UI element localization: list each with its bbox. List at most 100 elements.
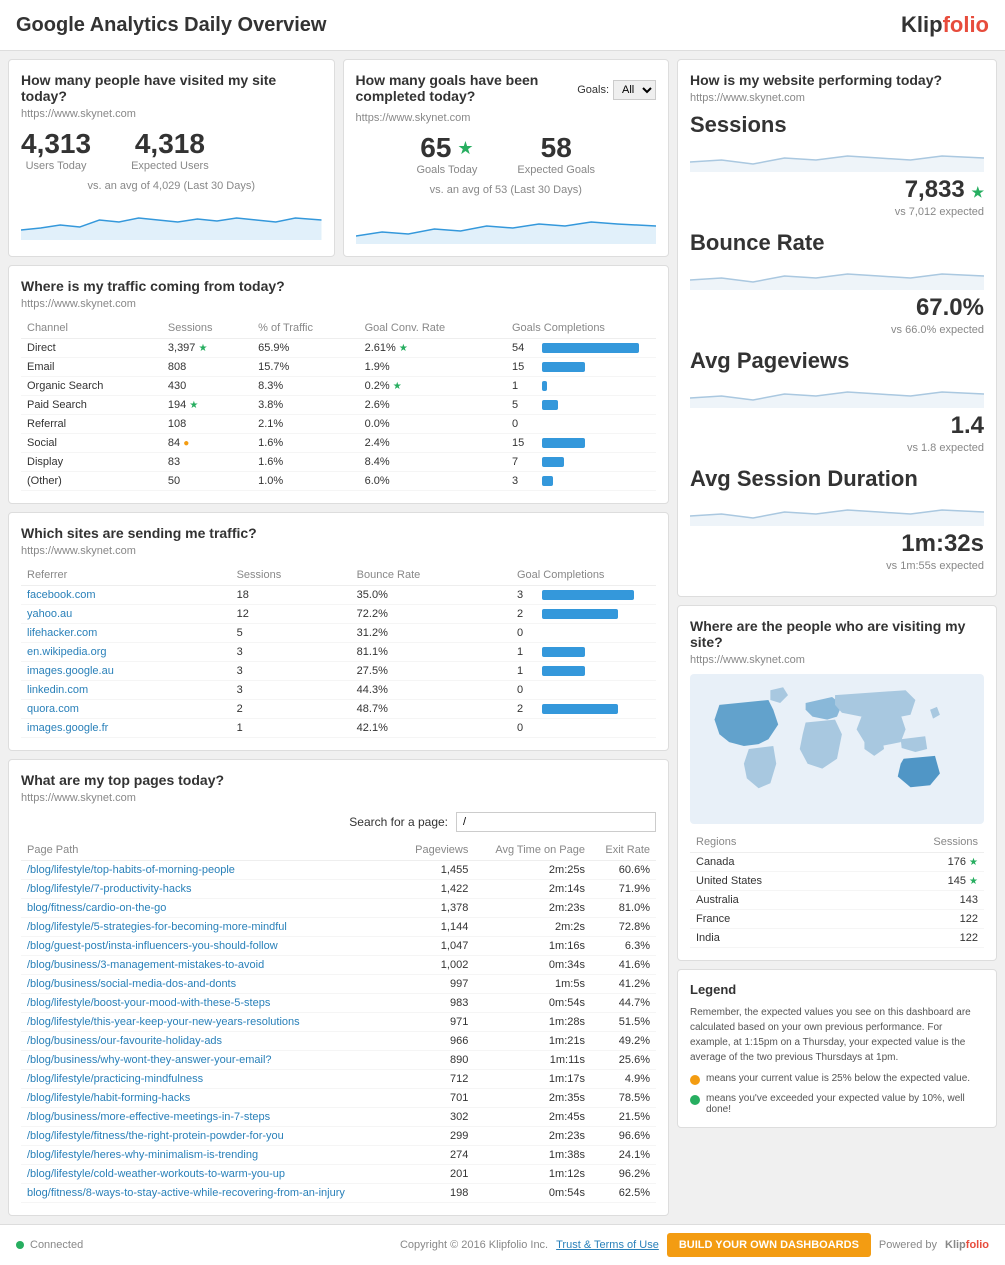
search-input[interactable] — [456, 812, 656, 832]
exit-cell: 49.2% — [591, 1032, 656, 1051]
goals-filter-select[interactable]: All — [613, 80, 656, 100]
users-today-label: Users Today — [21, 160, 91, 172]
path-cell[interactable]: /blog/lifestyle/habit-forming-hacks — [21, 1089, 400, 1108]
exit-cell: 78.5% — [591, 1089, 656, 1108]
pct-cell: 1.6% — [252, 434, 358, 453]
ref-goals-num: 2 — [511, 700, 536, 719]
traffic-row: Display 83 1.6% 8.4% 7 — [21, 453, 656, 472]
path-cell[interactable]: blog/fitness/cardio-on-the-go — [21, 899, 400, 918]
views-cell: 1,422 — [400, 880, 475, 899]
legend-body: Remember, the expected values you see on… — [690, 1005, 984, 1065]
time-cell: 0m:34s — [474, 956, 591, 975]
ref-goals-bar — [536, 719, 656, 738]
performance-url: https://www.skynet.com — [690, 92, 984, 104]
perf-value: 1m:32s — [901, 530, 984, 557]
sessions-cell: 50 — [162, 472, 252, 491]
path-cell[interactable]: /blog/lifestyle/7-productivity-hacks — [21, 880, 400, 899]
traffic-title: Where is my traffic coming from today? — [21, 278, 656, 294]
region-row: India 122 — [690, 929, 984, 948]
conv-cell: 2.6% — [359, 396, 506, 415]
referral-row: quora.com 2 48.7% 2 — [21, 700, 656, 719]
time-cell: 0m:54s — [474, 1184, 591, 1203]
region-sessions: 176 ★ — [860, 853, 984, 872]
channel-cell: Email — [21, 358, 162, 377]
exit-cell: 41.2% — [591, 975, 656, 994]
connected-text: Connected — [30, 1239, 83, 1251]
goals-bar-cell — [536, 453, 656, 472]
goals-num-cell: 7 — [506, 453, 536, 472]
referral-row: images.google.au 3 27.5% 1 — [21, 662, 656, 681]
referral-row: linkedin.com 3 44.3% 0 — [21, 681, 656, 700]
path-cell[interactable]: /blog/lifestyle/practicing-mindfulness — [21, 1070, 400, 1089]
page-row: /blog/lifestyle/fitness/the-right-protei… — [21, 1127, 656, 1146]
users-today-value: 4,313 — [21, 128, 91, 160]
goals-bar-cell — [536, 415, 656, 434]
goals-bar-cell — [536, 396, 656, 415]
conv-cell: 6.0% — [359, 472, 506, 491]
traffic-url: https://www.skynet.com — [21, 298, 656, 310]
perf-section: Avg Session Duration 1m:32s vs 1m:55s ex… — [690, 466, 984, 572]
exit-cell: 41.6% — [591, 956, 656, 975]
build-button[interactable]: BUILD YOUR OWN DASHBOARDS — [667, 1233, 871, 1257]
views-cell: 966 — [400, 1032, 475, 1051]
views-cell: 1,144 — [400, 918, 475, 937]
powered-by: Powered by — [879, 1239, 937, 1251]
ref-goals-bar — [536, 662, 656, 681]
region-row: Canada 176 ★ — [690, 853, 984, 872]
time-cell: 1m:38s — [474, 1146, 591, 1165]
views-cell: 1,455 — [400, 861, 475, 880]
path-cell[interactable]: /blog/lifestyle/top-habits-of-morning-pe… — [21, 861, 400, 880]
page-row: /blog/business/social-media-dos-and-dont… — [21, 975, 656, 994]
traffic-row: Direct 3,397 ★ 65.9% 2.61% ★ 54 — [21, 339, 656, 358]
page-row: /blog/business/3-management-mistakes-to-… — [21, 956, 656, 975]
perf-label: Avg Pageviews — [690, 348, 984, 374]
perf-expected: vs 66.0% expected — [891, 324, 984, 336]
col-time: Avg Time on Page — [474, 840, 591, 861]
path-cell[interactable]: /blog/business/more-effective-meetings-i… — [21, 1108, 400, 1127]
path-cell[interactable]: /blog/lifestyle/cold-weather-workouts-to… — [21, 1165, 400, 1184]
goals-star-icon: ★ — [457, 138, 473, 159]
path-cell[interactable]: /blog/business/our-favourite-holiday-ads — [21, 1032, 400, 1051]
exit-cell: 51.5% — [591, 1013, 656, 1032]
referral-title: Which sites are sending me traffic? — [21, 525, 656, 541]
referral-row: facebook.com 18 35.0% 3 — [21, 586, 656, 605]
views-cell: 299 — [400, 1127, 475, 1146]
region-row: Australia 143 — [690, 891, 984, 910]
path-cell[interactable]: /blog/lifestyle/boost-your-mood-with-the… — [21, 994, 400, 1013]
goals-num-cell: 5 — [506, 396, 536, 415]
goals-today-label: Goals Today — [416, 164, 477, 176]
region-name: Canada — [690, 853, 860, 872]
perf-label: Sessions — [690, 112, 984, 138]
exit-cell: 81.0% — [591, 899, 656, 918]
path-cell[interactable]: /blog/guest-post/insta-influencers-you-s… — [21, 937, 400, 956]
referrer-cell: images.google.au — [21, 662, 231, 681]
ref-goals-num: 0 — [511, 719, 536, 738]
page-row: /blog/lifestyle/5-strategies-for-becomin… — [21, 918, 656, 937]
visitors-avg: vs. an avg of 4,029 (Last 30 Days) — [21, 180, 322, 192]
goals-num-cell: 1 — [506, 377, 536, 396]
orange-legend-dot — [690, 1075, 700, 1085]
logo: Klipfolio — [901, 12, 989, 38]
search-label: Search for a page: — [349, 815, 448, 829]
col-referrer: Referrer — [21, 565, 231, 586]
path-cell[interactable]: /blog/lifestyle/fitness/the-right-protei… — [21, 1127, 400, 1146]
region-sessions: 122 — [860, 910, 984, 929]
col-conv: Goal Conv. Rate — [359, 318, 506, 339]
conv-cell: 1.9% — [359, 358, 506, 377]
path-cell[interactable]: /blog/business/why-wont-they-answer-your… — [21, 1051, 400, 1070]
ref-goals-num: 0 — [511, 681, 536, 700]
path-cell[interactable]: /blog/lifestyle/this-year-keep-your-new-… — [21, 1013, 400, 1032]
bounce-cell: 42.1% — [351, 719, 511, 738]
path-cell[interactable]: /blog/business/social-media-dos-and-dont… — [21, 975, 400, 994]
page-row: /blog/lifestyle/boost-your-mood-with-the… — [21, 994, 656, 1013]
referral-url: https://www.skynet.com — [21, 545, 656, 557]
trust-link[interactable]: Trust & Terms of Use — [556, 1239, 659, 1251]
path-cell[interactable]: /blog/lifestyle/5-strategies-for-becomin… — [21, 918, 400, 937]
views-cell: 712 — [400, 1070, 475, 1089]
referral-row: lifehacker.com 5 31.2% 0 — [21, 624, 656, 643]
perf-expected: vs 1.8 expected — [907, 442, 984, 454]
page-title: Google Analytics Daily Overview — [16, 14, 327, 37]
path-cell[interactable]: blog/fitness/8-ways-to-stay-active-while… — [21, 1184, 400, 1203]
path-cell[interactable]: /blog/lifestyle/heres-why-minimalism-is-… — [21, 1146, 400, 1165]
path-cell[interactable]: /blog/business/3-management-mistakes-to-… — [21, 956, 400, 975]
